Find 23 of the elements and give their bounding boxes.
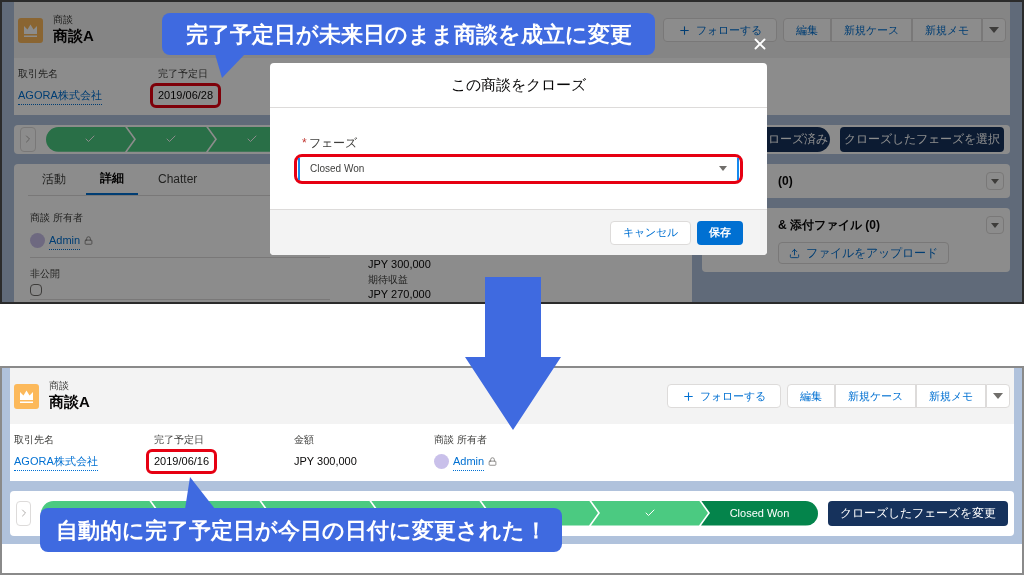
field-label: 取引先名: [18, 67, 58, 81]
related-list-title: & 添付ファイル (0): [778, 217, 880, 234]
field-label: 商談 所有者: [30, 211, 83, 225]
field-label: 商談 所有者: [434, 433, 487, 447]
field-label: 非公開: [30, 266, 60, 281]
field-label: 金額: [294, 433, 314, 447]
field-value: JPY 300,000: [368, 258, 431, 272]
object-label: 商談: [53, 14, 74, 27]
object-label: 商談: [49, 380, 70, 393]
field-label: 取引先名: [14, 433, 54, 447]
field-label: 完了予定日: [158, 67, 208, 81]
field-label: 期待収益: [368, 273, 409, 287]
related-list-title: (0): [778, 173, 793, 190]
field-value: 2019/06/16: [154, 454, 210, 469]
required-marker: *: [302, 134, 307, 152]
record-name: 商談A: [49, 392, 90, 412]
field-value: JPY 270,000: [368, 288, 431, 302]
field-value: 2019/06/28: [158, 88, 214, 103]
field-value: JPY 300,000: [294, 454, 357, 469]
field-label: 完了予定日: [154, 433, 204, 447]
record-name: 商談A: [53, 26, 94, 46]
field-label: フェーズ: [308, 134, 357, 152]
modal-title: この商談をクローズ: [451, 74, 586, 95]
